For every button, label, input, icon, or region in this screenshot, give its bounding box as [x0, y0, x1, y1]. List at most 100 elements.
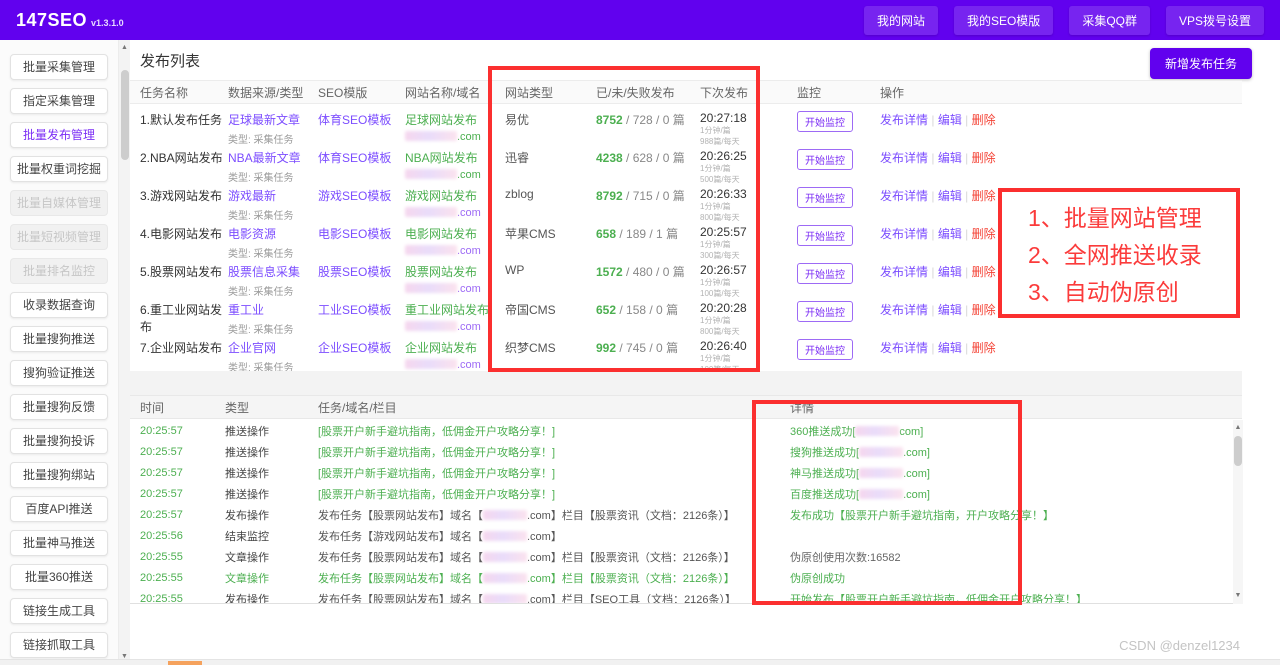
log-scrollbar[interactable]: ▲ ▼	[1233, 420, 1243, 604]
start-monitor-button[interactable]: 开始监控	[797, 187, 853, 208]
seo-template-link[interactable]: 体育SEO模板	[318, 149, 405, 166]
start-monitor-button[interactable]: 开始监控	[797, 149, 853, 170]
separator: |	[961, 341, 972, 355]
task-name: 4.电影网站发布	[140, 227, 223, 241]
seo-template-link[interactable]: 电影SEO模板	[318, 225, 405, 242]
cms-type: 帝国CMS	[505, 303, 556, 317]
sidebar-scrollbar[interactable]: ▲ ▼	[118, 40, 130, 665]
seo-template-link[interactable]: 工业SEO模板	[318, 301, 405, 318]
sidebar-item[interactable]: 链接抓取工具	[10, 632, 108, 658]
delete-link[interactable]: 删除	[972, 151, 996, 165]
sidebar-item[interactable]: 批量权重词挖掘	[10, 156, 108, 182]
log-scrollbar-thumb[interactable]	[1234, 436, 1242, 466]
scroll-down-icon[interactable]: ▼	[1233, 590, 1243, 602]
page-title: 发布列表	[140, 53, 201, 70]
app-logo[interactable]: 147SEO v1.3.1.0	[16, 10, 124, 31]
add-publish-task-button[interactable]: 新增发布任务	[1149, 48, 1252, 79]
delete-link[interactable]: 删除	[972, 227, 996, 241]
publish-detail-link[interactable]: 发布详情	[880, 265, 928, 279]
publish-count-cell: 4238 / 628 / 0 篇	[596, 149, 700, 166]
site-cell: 电影网站发布 .com	[405, 225, 505, 257]
seo-template-link[interactable]: 股票SEO模板	[318, 263, 405, 280]
top-nav-item[interactable]: 我的SEO模版	[953, 5, 1054, 35]
data-source-link[interactable]: 游戏最新	[228, 187, 318, 204]
publish-count-cell: 652 / 158 / 0 篇	[596, 301, 700, 318]
sidebar-item[interactable]: 链接生成工具	[10, 598, 108, 624]
sidebar-item[interactable]: 批量采集管理	[10, 54, 108, 80]
data-source-link[interactable]: 企业官网	[228, 339, 318, 356]
edit-link[interactable]: 编辑	[938, 189, 962, 203]
publish-detail-link[interactable]: 发布详情	[880, 303, 928, 317]
next-publish-time: 20:26:57	[700, 263, 747, 277]
start-monitor-button[interactable]: 开始监控	[797, 111, 853, 132]
delete-link[interactable]: 删除	[972, 113, 996, 127]
seo-template-link[interactable]: 游戏SEO模板	[318, 187, 405, 204]
sidebar-scrollbar-thumb[interactable]	[121, 70, 129, 160]
log-detail: 发布成功【股票开户新手避坑指南，开户攻略分享！】	[790, 509, 1054, 522]
edit-link[interactable]: 编辑	[938, 151, 962, 165]
sidebar-item[interactable]: 百度API推送	[10, 496, 108, 522]
sidebar-item[interactable]: 批量搜狗反馈	[10, 394, 108, 420]
edit-link[interactable]: 编辑	[938, 341, 962, 355]
delete-link[interactable]: 删除	[972, 189, 996, 203]
edit-link[interactable]: 编辑	[938, 227, 962, 241]
pending-failed-count: / 189 / 1 篇	[616, 227, 679, 241]
horizontal-scrollbar-thumb[interactable]	[168, 661, 202, 665]
scroll-up-icon[interactable]: ▲	[119, 42, 130, 54]
delete-link[interactable]: 删除	[972, 303, 996, 317]
censored-domain	[859, 446, 904, 457]
sidebar-item[interactable]: 批量搜狗绑站	[10, 462, 108, 488]
start-monitor-button[interactable]: 开始监控	[797, 263, 853, 284]
sidebar-item[interactable]: 收录数据查询	[10, 292, 108, 318]
top-nav-item[interactable]: VPS拨号设置	[1165, 5, 1264, 35]
sidebar-item[interactable]: 指定采集管理	[10, 88, 108, 114]
column-header: 任务名称	[140, 85, 189, 100]
data-source-link[interactable]: NBA最新文章	[228, 149, 318, 166]
censored-domain	[855, 425, 900, 436]
delete-link[interactable]: 删除	[972, 341, 996, 355]
data-source-link[interactable]: 电影资源	[228, 225, 318, 242]
seo-template-link[interactable]: 体育SEO模板	[318, 111, 405, 128]
start-monitor-button[interactable]: 开始监控	[797, 225, 853, 246]
scroll-up-icon[interactable]: ▲	[1233, 422, 1243, 434]
log-row: 20:25:57 推送操作 [股票开户新手避坑指南，低佣金开户攻略分享！] 搜狗推送成…	[130, 441, 1242, 462]
sidebar-item[interactable]: 批量搜狗推送	[10, 326, 108, 352]
publish-detail-link[interactable]: 发布详情	[880, 227, 928, 241]
start-monitor-button[interactable]: 开始监控	[797, 301, 853, 322]
edit-link[interactable]: 编辑	[938, 113, 962, 127]
publish-table-header: 任务名称 数据来源/类型 SEO模版 网站名称/域名 网站类型 已/未/失败发布 下次发布 监…	[130, 80, 1242, 104]
data-source-link[interactable]: 股票信息采集	[228, 263, 318, 280]
sidebar-item[interactable]: 批量搜狗投诉	[10, 428, 108, 454]
separator: |	[928, 265, 938, 279]
publish-rate: 1分钟/篇	[700, 354, 731, 363]
log-type: 推送操作	[225, 425, 269, 438]
edit-link[interactable]: 编辑	[938, 265, 962, 279]
task-name: 7.企业网站发布	[140, 341, 223, 355]
sidebar-item[interactable]: 批量神马推送	[10, 530, 108, 556]
horizontal-scrollbar[interactable]	[0, 659, 1280, 665]
sidebar-item[interactable]: 批量发布管理	[10, 122, 108, 148]
log-type: 发布操作	[225, 509, 269, 522]
site-name: 足球网站发布	[405, 113, 478, 127]
next-publish-time: 20:20:28	[700, 301, 747, 315]
log-row: 20:25:57 推送操作 [股票开户新手避坑指南，低佣金开户攻略分享！] 神马推送成…	[130, 462, 1242, 483]
data-source-link[interactable]: 足球最新文章	[228, 111, 318, 128]
publish-detail-link[interactable]: 发布详情	[880, 151, 928, 165]
publish-count-cell: 658 / 189 / 1 篇	[596, 225, 700, 242]
log-table-header: 时间 类型 任务/域名/栏目 详情	[130, 395, 1242, 419]
log-detail: 神马推送成功[.com]	[790, 467, 930, 480]
data-source-link[interactable]: 重工业	[228, 301, 318, 318]
top-nav-item[interactable]: 我的网站	[863, 5, 938, 35]
sidebar-item[interactable]: 批量360推送	[10, 564, 108, 590]
data-source-type: 类型: 采集任务	[228, 249, 294, 260]
start-monitor-button[interactable]: 开始监控	[797, 339, 853, 360]
seo-template-link[interactable]: 企业SEO模板	[318, 339, 405, 356]
top-nav-item[interactable]: 采集QQ群	[1069, 5, 1150, 35]
edit-link[interactable]: 编辑	[938, 303, 962, 317]
sidebar: 批量采集管理 指定采集管理 批量发布管理 批量权重词挖掘 批量自媒体管理 批量短视频管理批…	[0, 40, 118, 665]
sidebar-item[interactable]: 搜狗验证推送	[10, 360, 108, 386]
delete-link[interactable]: 删除	[972, 265, 996, 279]
publish-detail-link[interactable]: 发布详情	[880, 189, 928, 203]
publish-detail-link[interactable]: 发布详情	[880, 113, 928, 127]
publish-detail-link[interactable]: 发布详情	[880, 341, 928, 355]
